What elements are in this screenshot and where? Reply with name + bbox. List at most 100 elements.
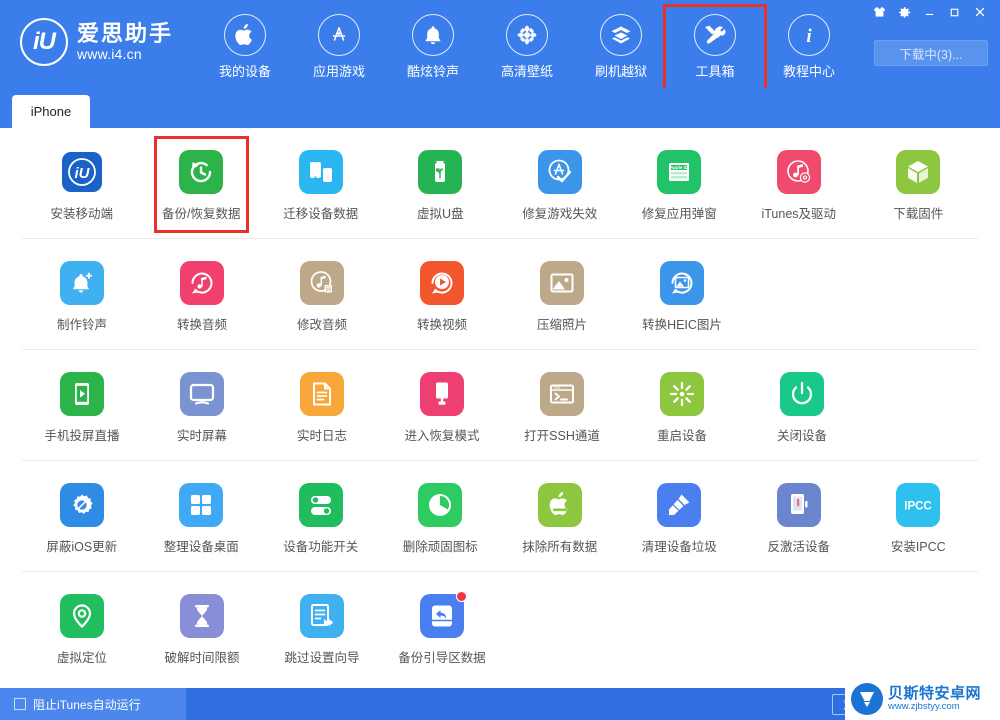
nav-label: 我的设备 — [218, 64, 271, 79]
wechat-button[interactable]: 微信公众号 — [909, 693, 992, 715]
tool-convert-audio[interactable]: 转换音频 — [142, 239, 262, 349]
svg-text:iU: iU — [74, 165, 90, 182]
tool-power-off-device[interactable]: 关闭设备 — [742, 350, 862, 460]
nav-item-tutorial-center[interactable]: i 教程中心 — [762, 12, 856, 80]
erase-all-icon — [537, 483, 582, 527]
nav-item-wallpapers[interactable]: 高清壁纸 — [480, 12, 574, 80]
tool-row: 虚拟定位 破解时间限额 跳过设置向导 备份引导区数据 — [22, 572, 978, 682]
tab-iphone[interactable]: iPhone — [12, 95, 90, 128]
svg-text:SSH: SSH — [554, 386, 561, 390]
deactivate-device-icon — [776, 483, 821, 527]
tool-label: 屏蔽iOS更新 — [46, 540, 118, 554]
tab-label: iPhone — [30, 104, 72, 119]
tool-row: 手机投屏直播 实时屏幕 实时日志 进入恢复模式 SSH 打开SSH通道 重启设备… — [22, 350, 978, 461]
convert-heic-icon — [660, 261, 704, 305]
tab-strip: iPhone — [0, 88, 1000, 128]
feedback-button[interactable]: 意见反馈 — [831, 693, 902, 715]
brand-logo-area: iU 爱思助手 www.i4.cn — [0, 0, 190, 66]
minimize-button[interactable] — [917, 2, 942, 22]
tool-skip-setup-wizard[interactable]: 跳过设置向导 — [262, 572, 382, 682]
tool-organize-device-desktop[interactable]: 整理设备桌面 — [142, 461, 262, 571]
tool-label: 安装移动端 — [50, 207, 113, 221]
tool-itunes-and-drivers[interactable]: iTunes及驱动 — [739, 128, 859, 238]
tool-erase-all-data[interactable]: 抹除所有数据 — [500, 461, 620, 571]
window-controls — [867, 2, 992, 22]
tool-enter-recovery-mode[interactable]: 进入恢复模式 — [382, 350, 502, 460]
nav-label: 酷炫铃声 — [406, 64, 459, 79]
appstore-icon — [318, 14, 360, 56]
tool-block-ios-update[interactable]: 屏蔽iOS更新 — [22, 461, 142, 571]
brand-text: 爱思助手 www.i4.cn — [77, 22, 173, 62]
i4-app-icon: iU — [59, 150, 104, 194]
realtime-log-icon — [300, 372, 344, 416]
tool-reboot-device[interactable]: 重启设备 — [622, 350, 742, 460]
tool-device-feature-toggle[interactable]: 设备功能开关 — [261, 461, 381, 571]
nav-label: 刷机越狱 — [594, 64, 647, 79]
close-button[interactable] — [967, 2, 992, 22]
apple-id-icon: Apple ID — [657, 150, 702, 194]
tool-compress-photo[interactable]: 压缩照片 — [502, 239, 622, 349]
tool-virtual-location[interactable]: 虚拟定位 — [22, 572, 142, 682]
tool-label: 转换视频 — [416, 318, 467, 332]
tool-screen-cast-live[interactable]: 手机投屏直播 — [22, 350, 142, 460]
nav-label: 工具箱 — [695, 64, 735, 79]
downloading-label: 下载中(3)... — [899, 47, 963, 62]
tool-fix-game-failure[interactable]: 修复游戏失效 — [500, 128, 620, 238]
downloading-button[interactable]: 下载中(3)... — [874, 40, 988, 66]
tool-migrate-device-data[interactable]: 迁移设备数据 — [261, 128, 381, 238]
nav-item-apps-games[interactable]: 应用游戏 — [292, 12, 386, 80]
tool-virtual-usb-drive[interactable]: 虚拟U盘 — [381, 128, 501, 238]
tool-label: 转换音频 — [176, 318, 227, 332]
nav-label: 应用游戏 — [312, 64, 365, 79]
tool-deactivate-device[interactable]: 反激活设备 — [739, 461, 859, 571]
maximize-button[interactable] — [942, 2, 967, 22]
backup-restore-icon — [179, 150, 224, 194]
tool-convert-video[interactable]: 转换视频 — [382, 239, 502, 349]
block-itunes-area: 阻止iTunes自动运行 — [0, 688, 186, 720]
skip-setup-icon — [300, 594, 344, 638]
tool-clean-device-junk[interactable]: 清理设备垃圾 — [620, 461, 740, 571]
tool-install-ipcc[interactable]: IPCC 安装IPCC — [859, 461, 979, 571]
convert-video-icon — [420, 261, 464, 305]
tool-label: 压缩照片 — [536, 318, 587, 332]
block-itunes-checkbox[interactable] — [14, 698, 26, 710]
nav-item-flash-jailbreak[interactable]: 刷机越狱 — [574, 12, 668, 80]
tool-fix-app-popup[interactable]: Apple ID 修复应用弹窗 — [620, 128, 740, 238]
tool-label: 手机投屏直播 — [44, 429, 120, 443]
tool-convert-heic[interactable]: 转换HEIC图片 — [622, 239, 742, 349]
apple-icon — [224, 14, 266, 56]
nav-item-my-device[interactable]: 我的设备 — [198, 12, 292, 80]
convert-audio-icon — [180, 261, 224, 305]
tool-download-firmware[interactable]: 下载固件 — [859, 128, 979, 238]
svg-text:IPCC: IPCC — [905, 501, 932, 513]
tool-edit-audio[interactable]: 自 修改音频 — [262, 239, 382, 349]
tool-label: 实时日志 — [296, 429, 347, 443]
tool-realtime-log[interactable]: 实时日志 — [262, 350, 382, 460]
tool-backup-boot-data[interactable]: 备份引导区数据 — [382, 572, 502, 682]
i4-logo-icon: iU — [20, 18, 68, 66]
tool-label: 整理设备桌面 — [163, 540, 239, 554]
tool-realtime-screen[interactable]: 实时屏幕 — [142, 350, 262, 460]
tools-icon — [694, 14, 736, 56]
edit-audio-icon: 自 — [300, 261, 344, 305]
tool-row: 制作铃声 转换音频 自 修改音频 转换视频 压缩照片 转换HEIC图片 — [22, 239, 978, 350]
tool-install-mobile-client[interactable]: iU 安装移动端 — [22, 128, 142, 238]
tool-delete-stubborn-icon[interactable]: 删除顽固图标 — [381, 461, 501, 571]
gear-icon[interactable] — [892, 2, 917, 22]
wechat-label: 微信公众号 — [920, 697, 981, 712]
clean-junk-icon — [657, 483, 702, 527]
tool-backup-restore-data[interactable]: 备份/恢复数据 — [142, 128, 262, 238]
nav-item-ringtones[interactable]: 酷炫铃声 — [386, 12, 480, 80]
app-header: iU 爱思助手 www.i4.cn 我的设备 应用游戏 酷炫铃声 高清壁纸 刷机… — [0, 0, 1000, 92]
skin-icon[interactable] — [867, 2, 892, 22]
notification-badge — [456, 591, 467, 602]
app-window: iU 爱思助手 www.i4.cn 我的设备 应用游戏 酷炫铃声 高清壁纸 刷机… — [0, 0, 1000, 720]
feature-toggle-icon — [298, 483, 343, 527]
feedback-label: 意见反馈 — [842, 697, 891, 712]
tool-make-ringtone[interactable]: 制作铃声 — [22, 239, 142, 349]
tool-open-ssh-tunnel[interactable]: SSH 打开SSH通道 — [502, 350, 622, 460]
nav-item-toolbox[interactable]: 工具箱 — [663, 4, 767, 92]
tool-crack-time-limit[interactable]: 破解时间限额 — [142, 572, 262, 682]
tool-label: 修改音频 — [296, 318, 347, 332]
tool-label: 实时屏幕 — [176, 429, 227, 443]
